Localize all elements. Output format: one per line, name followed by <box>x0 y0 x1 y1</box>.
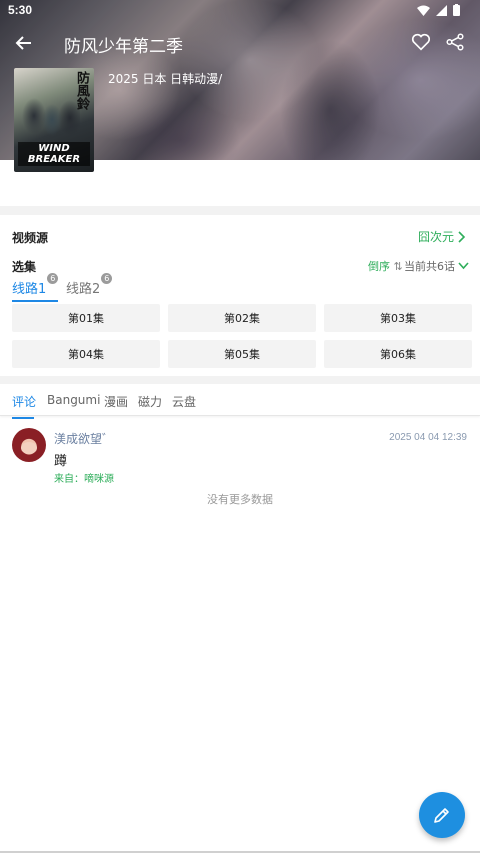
line-1-badge: 6 <box>47 273 59 284</box>
chevron-right-icon <box>458 230 466 243</box>
episode-button[interactable]: 第04集 <box>12 340 160 368</box>
arrow-left-icon <box>15 36 31 50</box>
line-1-label: 线路1 <box>12 282 47 297</box>
section-divider <box>0 376 480 384</box>
no-more-data: 没有更多数据 <box>207 493 273 506</box>
episode-grid: 第01集 第02集 第03集 第04集 第05集 第06集 <box>12 304 472 368</box>
app-bar: 防风少年第二季 <box>0 22 480 64</box>
comment-username[interactable]: 渼成欲望゛ <box>54 430 114 447</box>
anime-meta: 2025 日本 日韩动漫/ <box>108 72 223 86</box>
tab-manga[interactable]: 漫画 <box>104 393 128 410</box>
comment-item: 渼成欲望゛ 2025 04 04 12:39 蹲 来自：嘀咪源 <box>0 424 480 486</box>
video-source-row[interactable]: 视频源 囧次元 <box>0 222 480 250</box>
video-source-value: 囧次元 <box>417 230 454 244</box>
write-comment-button[interactable] <box>419 792 465 838</box>
tab-line-1[interactable]: 线路1 6 <box>12 273 59 302</box>
episode-header: 选集 倒序 ⇅ 当前共6话 <box>0 254 480 276</box>
line-2-label: 线路2 <box>66 282 101 297</box>
content-tabs: 评论 Bangumi 漫画 磁力 云盘 <box>0 384 480 419</box>
episode-label: 选集 <box>12 260 37 274</box>
back-button[interactable] <box>10 30 36 56</box>
heart-icon <box>411 33 431 51</box>
poster-image[interactable]: 防風鈴 WIND BREAKER <box>14 68 94 172</box>
comment-source: 来自：嘀咪源 <box>54 474 114 485</box>
tab-cloud[interactable]: 云盘 <box>172 393 196 410</box>
tab-line-2[interactable]: 线路2 6 <box>66 273 113 297</box>
page-title: 防风少年第二季 <box>64 37 183 57</box>
episode-count: 当前共6话 <box>404 260 455 273</box>
avatar[interactable] <box>12 428 46 462</box>
tab-comments[interactable]: 评论 <box>12 393 36 419</box>
video-source-label: 视频源 <box>12 231 49 245</box>
episode-button[interactable]: 第06集 <box>324 340 472 368</box>
episode-button[interactable]: 第03集 <box>324 304 472 332</box>
comment-text: 蹲 <box>54 454 68 469</box>
poster-characters <box>20 96 80 146</box>
share-button[interactable] <box>444 31 468 55</box>
pencil-icon <box>434 808 449 823</box>
battery-icon <box>453 4 460 16</box>
tab-bangumi[interactable]: Bangumi <box>47 393 100 407</box>
tab-magnet[interactable]: 磁力 <box>138 393 162 410</box>
share-icon <box>446 33 464 51</box>
status-bar: 5:30 <box>0 0 480 22</box>
line-2-badge: 6 <box>101 273 113 284</box>
comment-timestamp: 2025 04 04 12:39 <box>389 432 467 443</box>
episode-button[interactable]: 第01集 <box>12 304 160 332</box>
signal-icon <box>436 4 447 16</box>
episode-count-toggle[interactable]: 当前共6话 <box>404 258 469 274</box>
line-tabs: 线路1 6 线路2 6 <box>0 273 480 302</box>
favorite-button[interactable] <box>410 31 434 55</box>
reverse-order-button[interactable]: 倒序 ⇅ <box>368 258 403 274</box>
episode-button[interactable]: 第02集 <box>168 304 316 332</box>
video-source-selector[interactable]: 囧次元 <box>418 228 466 245</box>
status-time: 5:30 <box>8 3 33 17</box>
chevron-down-icon <box>458 262 469 270</box>
wifi-icon <box>417 5 430 16</box>
section-divider <box>0 206 480 215</box>
sort-icon: ⇅ <box>393 260 403 273</box>
poster-logo: WIND BREAKER <box>18 142 90 166</box>
reverse-order-label: 倒序 <box>368 260 390 273</box>
episode-button[interactable]: 第05集 <box>168 340 316 368</box>
status-icons <box>417 4 460 16</box>
